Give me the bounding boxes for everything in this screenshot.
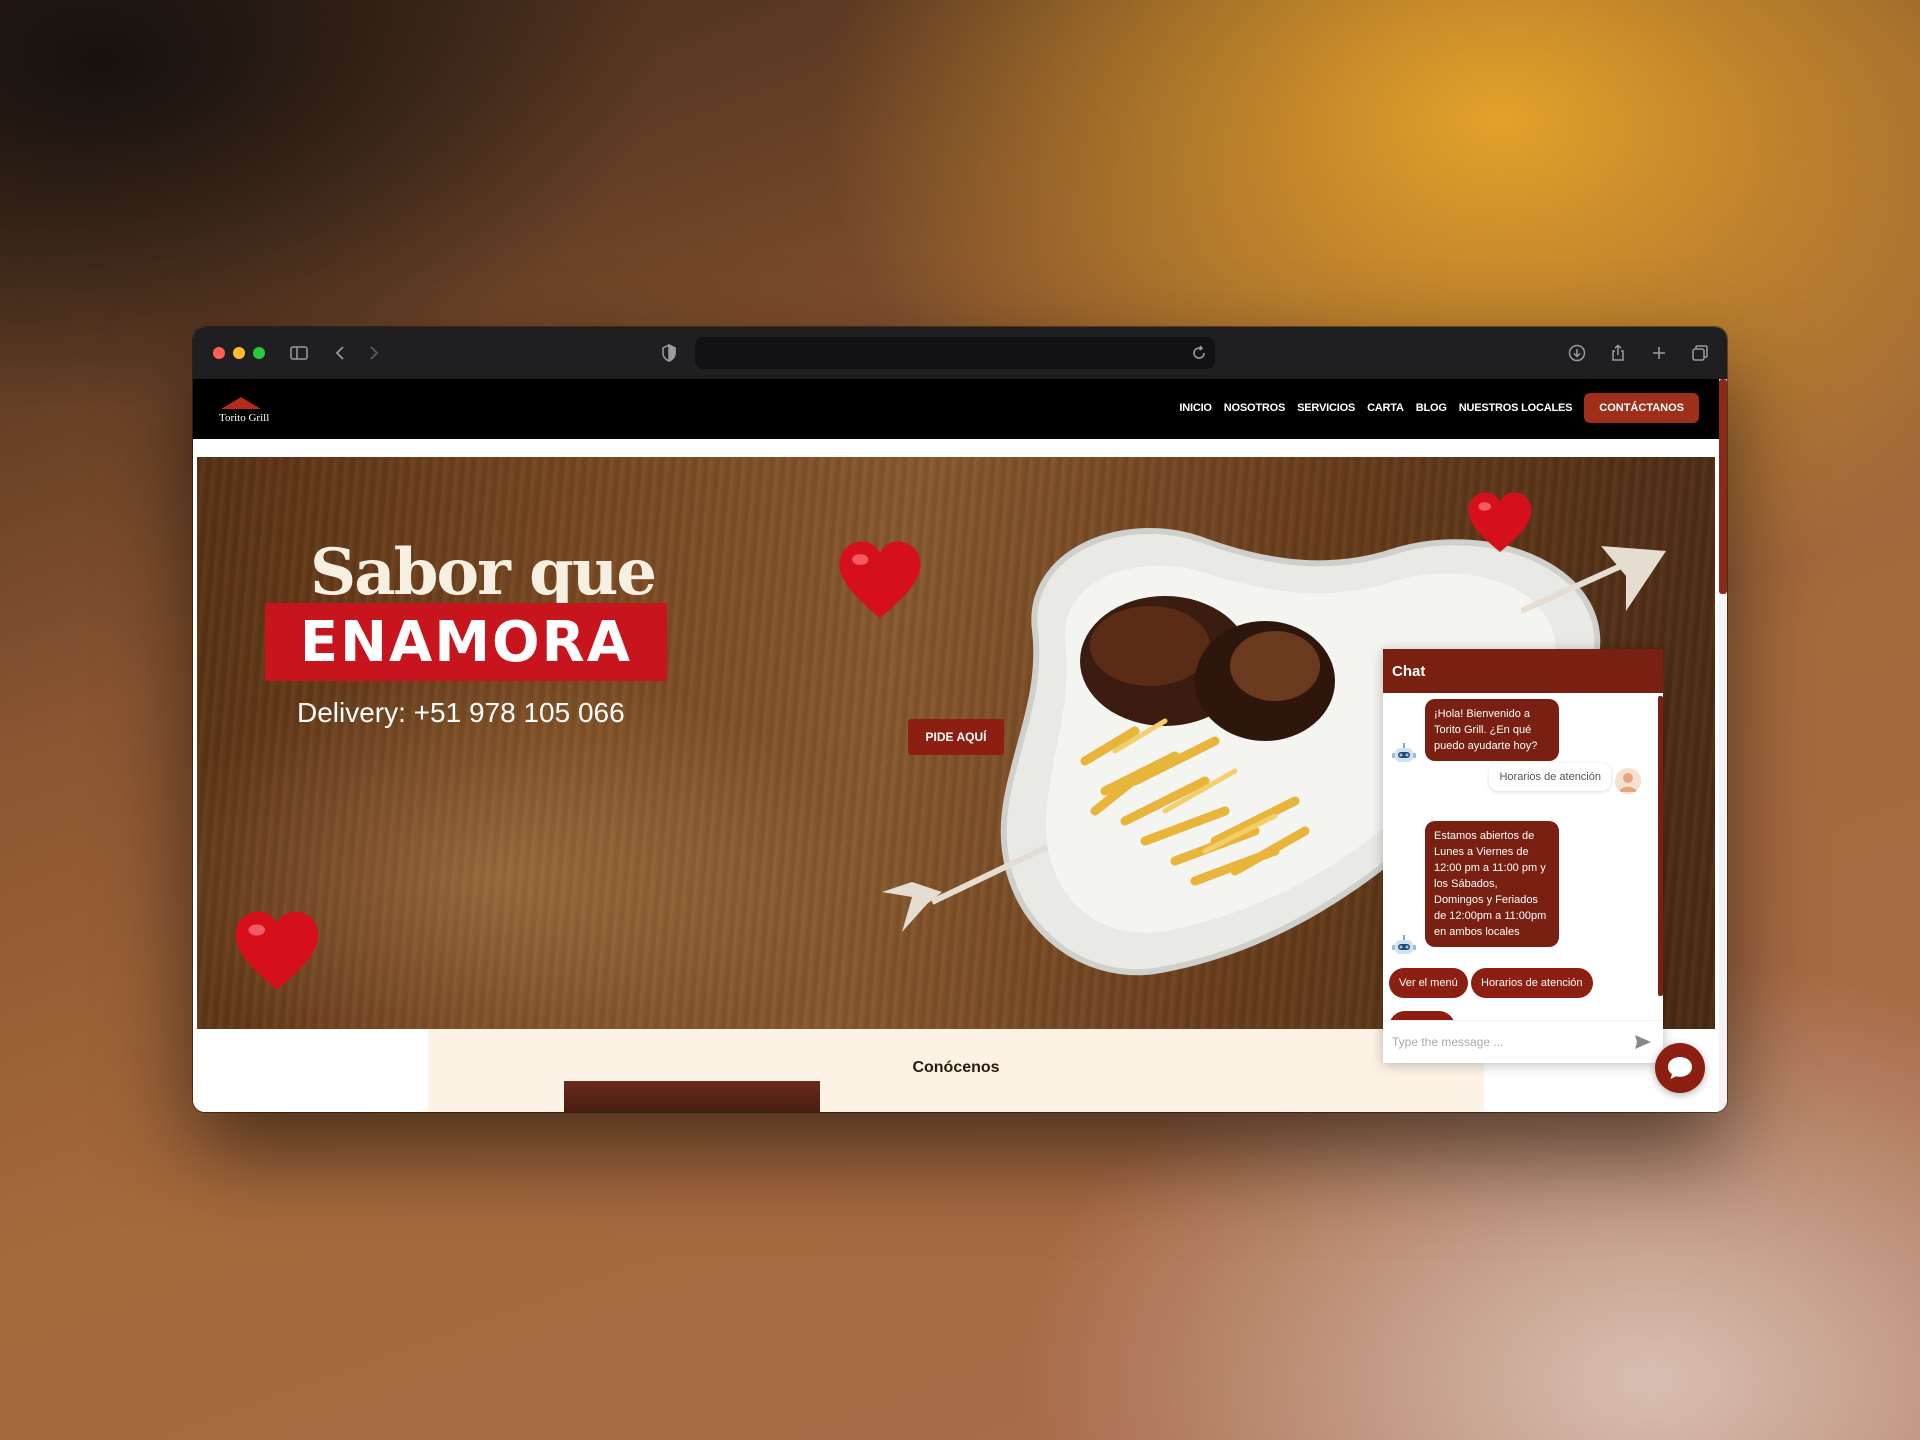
- user-message: Horarios de atención: [1489, 763, 1611, 791]
- about-image: [564, 1081, 820, 1112]
- contact-button[interactable]: CONTÁCTANOS: [1584, 393, 1699, 423]
- nav-inicio[interactable]: INICIO: [1179, 402, 1212, 414]
- web-page: Torito Grill INICIO NOSOTROS SERVICIOS C…: [193, 379, 1727, 1112]
- hero-title: Sabor que: [310, 535, 657, 610]
- page-scrollbar[interactable]: [1719, 379, 1727, 1112]
- close-window-button[interactable]: [213, 347, 225, 359]
- page-scrollbar-thumb[interactable]: [1719, 379, 1727, 594]
- reload-icon[interactable]: [1189, 343, 1209, 363]
- heart-balloon-icon: [235, 911, 319, 990]
- heart-balloon-icon: [839, 541, 921, 618]
- site-navbar: Torito Grill INICIO NOSOTROS SERVICIOS C…: [193, 379, 1719, 439]
- share-icon[interactable]: [1606, 341, 1630, 365]
- chat-header: Chat: [1383, 649, 1663, 693]
- hero-badge: ENAMORA: [265, 603, 667, 681]
- quick-reply-ver-menu[interactable]: Ver el menú: [1389, 968, 1468, 998]
- bot-avatar-icon: [1392, 743, 1416, 762]
- chat-widget: Chat ¡Hola! Bienvenido a Torito Grill. ¿…: [1383, 649, 1663, 1063]
- browser-toolbar: [193, 327, 1727, 380]
- chat-input[interactable]: Type the message ...: [1383, 1020, 1663, 1063]
- chat-input-placeholder: Type the message ...: [1392, 1035, 1504, 1049]
- download-icon[interactable]: [1565, 341, 1589, 365]
- zoom-window-button[interactable]: [253, 347, 265, 359]
- logo-text: Torito Grill: [219, 412, 270, 424]
- logo-roof-icon: [221, 397, 261, 409]
- nav-nuestros-locales[interactable]: NUESTROS LOCALES: [1459, 402, 1573, 414]
- order-here-button[interactable]: PIDE AQUÍ: [908, 719, 1004, 755]
- heart-balloon-icon: [1468, 492, 1532, 552]
- sidebar-icon[interactable]: [287, 341, 311, 365]
- shield-icon[interactable]: [657, 341, 681, 365]
- chat-bubble-icon: [1668, 1057, 1692, 1079]
- delivery-phone: Delivery: +51 978 105 066: [297, 697, 625, 728]
- nav-nosotros[interactable]: NOSOTROS: [1224, 402, 1286, 414]
- bot-message: Estamos abiertos de Lunes a Viernes de 1…: [1425, 821, 1559, 947]
- new-tab-icon[interactable]: [1647, 341, 1671, 365]
- about-section: Conócenos: [428, 1029, 1484, 1112]
- nav-blog[interactable]: BLOG: [1416, 402, 1447, 414]
- tabs-overview-icon[interactable]: [1688, 341, 1712, 365]
- chat-toggle-button[interactable]: [1655, 1043, 1705, 1093]
- cupid-arrow-tail-image: [882, 844, 1049, 932]
- desktop-background: { "site": { "brand": "Torito Grill", "na…: [0, 0, 1920, 1440]
- quick-reply-horarios[interactable]: Horarios de atención: [1471, 968, 1593, 998]
- user-avatar-icon: [1615, 768, 1641, 794]
- chat-scrollbar[interactable]: [1658, 696, 1663, 996]
- browser-window: Torito Grill INICIO NOSOTROS SERVICIOS C…: [193, 327, 1727, 1112]
- bot-message: ¡Hola! Bienvenido a Torito Grill. ¿En qu…: [1425, 699, 1559, 761]
- section-title: Conócenos: [912, 1059, 1000, 1076]
- forward-icon[interactable]: [361, 341, 385, 365]
- nav-carta[interactable]: CARTA: [1367, 402, 1404, 414]
- minimize-window-button[interactable]: [233, 347, 245, 359]
- nav-servicios[interactable]: SERVICIOS: [1297, 402, 1355, 414]
- main-menu: INICIO NOSOTROS SERVICIOS CARTA BLOG NUE…: [1179, 393, 1699, 423]
- cupid-arrow-head-image: [1521, 546, 1666, 614]
- back-icon[interactable]: [329, 341, 353, 365]
- address-bar[interactable]: [695, 337, 1215, 369]
- chat-messages[interactable]: ¡Hola! Bienvenido a Torito Grill. ¿En qu…: [1383, 693, 1655, 1021]
- send-icon[interactable]: [1633, 1032, 1653, 1052]
- bot-avatar-icon: [1392, 935, 1416, 954]
- torito-grill-logo[interactable]: Torito Grill: [217, 397, 269, 427]
